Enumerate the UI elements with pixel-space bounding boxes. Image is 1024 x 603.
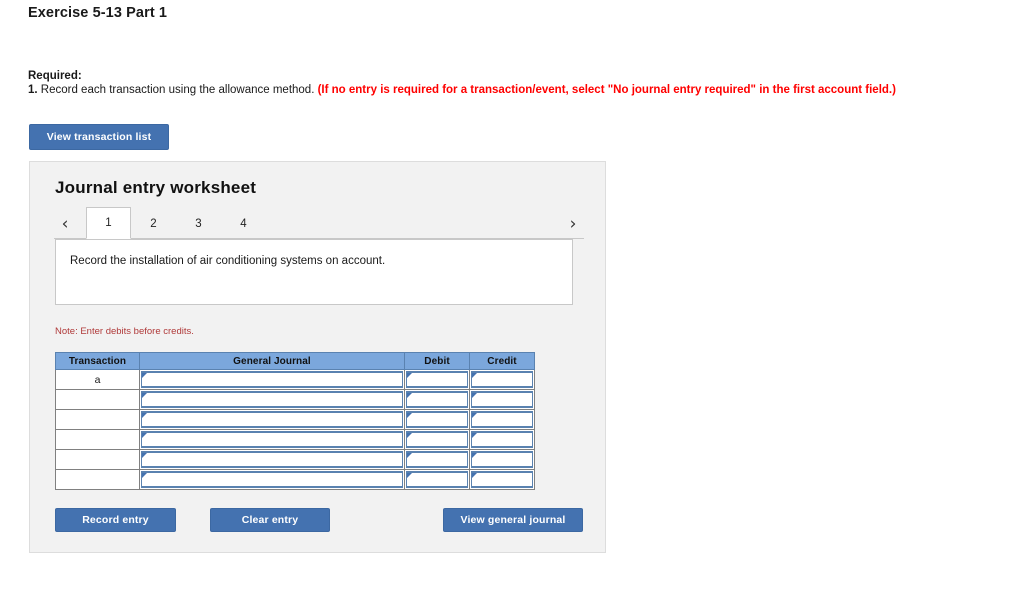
- debit-input[interactable]: [406, 451, 468, 468]
- page-title: Exercise 5-13 Part 1: [28, 5, 168, 21]
- transaction-label-cell: [55, 429, 140, 450]
- credit-input[interactable]: [471, 431, 533, 448]
- transaction-description-box: Record the installation of air condition…: [55, 239, 573, 305]
- required-item-number: 1.: [28, 84, 38, 96]
- table-row: [55, 429, 535, 450]
- debit-cell[interactable]: [404, 369, 470, 390]
- table-header-row: Transaction General Journal Debit Credit: [55, 352, 535, 370]
- record-entry-button[interactable]: Record entry: [55, 508, 176, 532]
- clear-entry-button[interactable]: Clear entry: [210, 508, 330, 532]
- required-label: Required:: [28, 70, 82, 82]
- table-row: [55, 389, 535, 410]
- debit-cell[interactable]: [404, 409, 470, 430]
- journal-entry-worksheet-panel: Journal entry worksheet ‹ 1 2 3 4 › Reco…: [29, 161, 606, 553]
- worksheet-tab-3[interactable]: 3: [176, 207, 221, 239]
- column-header-debit: Debit: [404, 352, 470, 370]
- general-journal-cell[interactable]: [139, 449, 405, 470]
- transaction-label-cell: a: [55, 369, 140, 390]
- transaction-label-cell: [55, 409, 140, 430]
- debit-cell[interactable]: [404, 389, 470, 410]
- general-journal-select[interactable]: [141, 451, 403, 468]
- credit-input[interactable]: [471, 451, 533, 468]
- general-journal-cell[interactable]: [139, 429, 405, 450]
- worksheet-tab-strip: ‹ 1 2 3 4 ›: [54, 207, 584, 242]
- required-hint-text: (If no entry is required for a transacti…: [317, 84, 896, 96]
- worksheet-tab-1[interactable]: 1: [86, 207, 131, 239]
- general-journal-cell[interactable]: [139, 469, 405, 490]
- transaction-description-text: Record the installation of air condition…: [70, 255, 386, 267]
- worksheet-tab-2[interactable]: 2: [131, 207, 176, 239]
- journal-entry-table: Transaction General Journal Debit Credit…: [55, 352, 535, 490]
- credit-cell[interactable]: [469, 469, 535, 490]
- chevron-left-icon[interactable]: ‹: [54, 211, 76, 237]
- required-block: Required: 1. Record each transaction usi…: [28, 69, 896, 97]
- worksheet-heading: Journal entry worksheet: [55, 178, 257, 197]
- transaction-label-cell: [55, 449, 140, 470]
- general-journal-select[interactable]: [141, 431, 403, 448]
- table-row: a: [55, 369, 535, 390]
- required-instruction-line: 1. Record each transaction using the all…: [28, 83, 896, 97]
- credit-input[interactable]: [471, 371, 533, 388]
- general-journal-select[interactable]: [141, 411, 403, 428]
- column-header-credit: Credit: [469, 352, 535, 370]
- credit-cell[interactable]: [469, 389, 535, 410]
- table-row: [55, 469, 535, 490]
- view-transaction-list-button[interactable]: View transaction list: [29, 124, 169, 150]
- worksheet-tab-4[interactable]: 4: [221, 207, 266, 239]
- general-journal-cell[interactable]: [139, 369, 405, 390]
- general-journal-select[interactable]: [141, 391, 403, 408]
- required-instruction-text: Record each transaction using the allowa…: [37, 84, 318, 96]
- debit-input[interactable]: [406, 371, 468, 388]
- table-row: [55, 409, 535, 430]
- debit-input[interactable]: [406, 471, 468, 488]
- credit-input[interactable]: [471, 391, 533, 408]
- general-journal-cell[interactable]: [139, 409, 405, 430]
- table-row: [55, 449, 535, 470]
- debit-input[interactable]: [406, 411, 468, 428]
- debit-cell[interactable]: [404, 449, 470, 470]
- credit-input[interactable]: [471, 411, 533, 428]
- debit-input[interactable]: [406, 391, 468, 408]
- debit-input[interactable]: [406, 431, 468, 448]
- credit-cell[interactable]: [469, 369, 535, 390]
- view-general-journal-button[interactable]: View general journal: [443, 508, 583, 532]
- credit-cell[interactable]: [469, 449, 535, 470]
- transaction-label-cell: [55, 469, 140, 490]
- column-header-general-journal: General Journal: [139, 352, 405, 370]
- chevron-right-icon[interactable]: ›: [562, 211, 584, 237]
- credit-cell[interactable]: [469, 429, 535, 450]
- column-header-transaction: Transaction: [55, 352, 140, 370]
- credit-input[interactable]: [471, 471, 533, 488]
- debit-cell[interactable]: [404, 429, 470, 450]
- transaction-label-cell: [55, 389, 140, 410]
- general-journal-select[interactable]: [141, 471, 403, 488]
- general-journal-select[interactable]: [141, 371, 403, 388]
- debit-cell[interactable]: [404, 469, 470, 490]
- debits-before-credits-note: Note: Enter debits before credits.: [55, 326, 194, 337]
- credit-cell[interactable]: [469, 409, 535, 430]
- general-journal-cell[interactable]: [139, 389, 405, 410]
